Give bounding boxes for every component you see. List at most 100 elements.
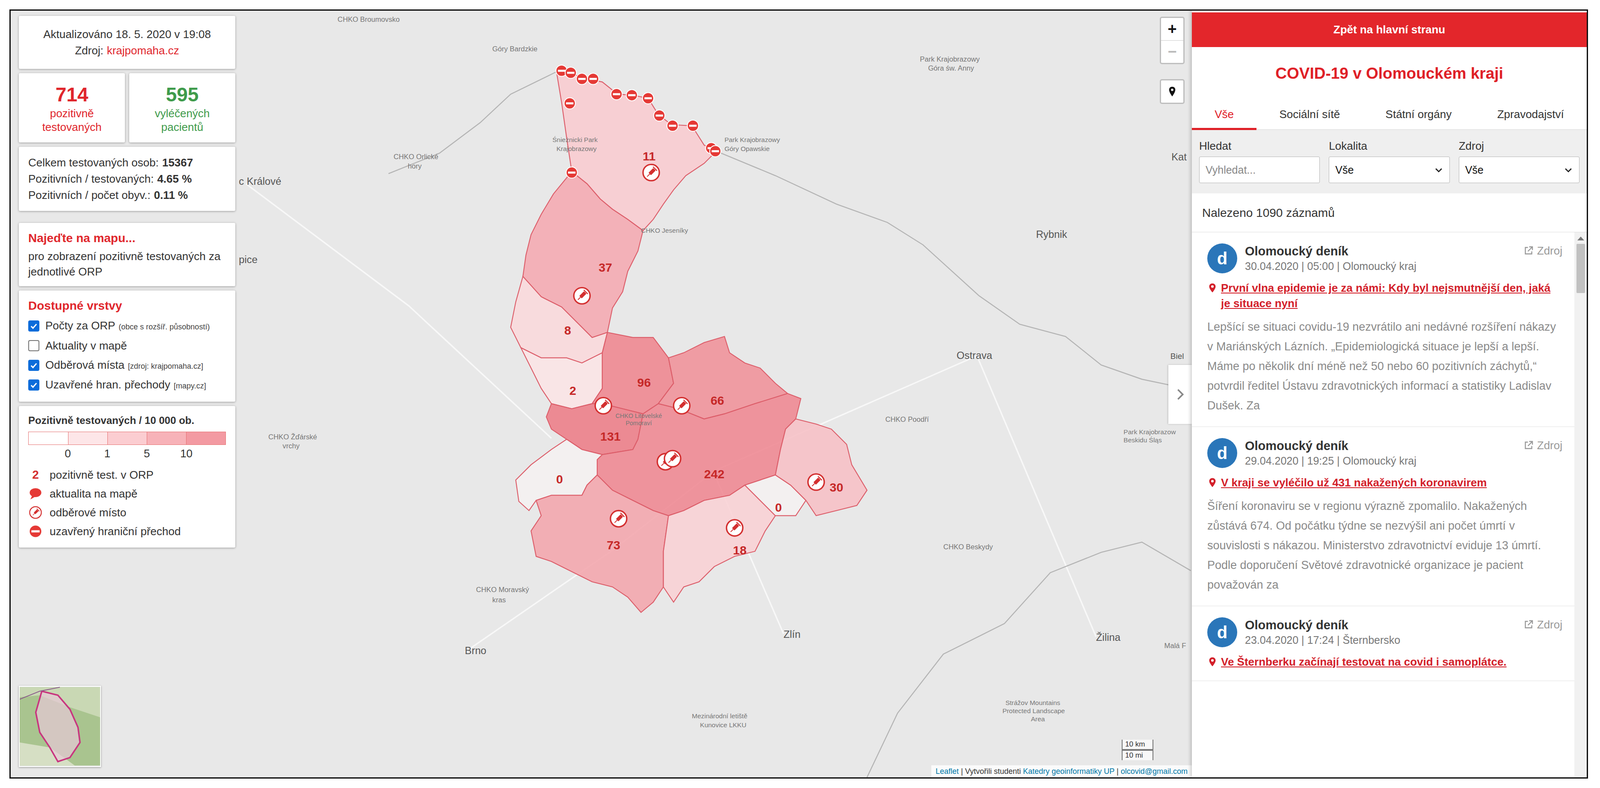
scrollbar[interactable] <box>1574 232 1587 778</box>
sampling-site-icon[interactable] <box>595 397 612 414</box>
sampling-site-icon[interactable] <box>610 510 627 527</box>
closed-crossing-icon[interactable] <box>576 73 588 85</box>
orp-region[interactable] <box>530 474 669 613</box>
closed-crossing-icon[interactable] <box>565 67 577 79</box>
sampling-site-icon[interactable] <box>673 397 690 414</box>
panel-toggle[interactable] <box>1168 364 1192 424</box>
field-value: Vše <box>1335 163 1354 177</box>
article-title[interactable]: Ve Šternberku začínají testovat na covid… <box>1220 654 1507 670</box>
legend-item: uzavřený hraniční přechod <box>28 521 226 541</box>
select-box[interactable]: Vše <box>1328 156 1450 184</box>
attribution-link[interactable]: olcovid@gmail.com <box>1120 767 1188 776</box>
article-card[interactable]: dOlomoucký deník23.04.2020 | 17:24 | Šte… <box>1191 606 1575 682</box>
map-pin-icon <box>1166 85 1178 98</box>
news-panel: Zpět na hlavní stranuCOVID-19 v Olomouck… <box>1191 10 1587 778</box>
map-label: Brno <box>465 644 487 657</box>
select-box[interactable]: Vše <box>1458 156 1580 184</box>
map-attribution: Leaflet | Vytvořili studenti Katedry geo… <box>931 765 1192 778</box>
update-card: Aktualizováno 18. 5. 2020 v 19:08Zdroj:k… <box>18 15 236 69</box>
stat-card: 595vyléčených pacientů <box>129 73 236 143</box>
article-card[interactable]: dOlomoucký deník30.04.2020 | 05:00 | Olo… <box>1191 232 1575 427</box>
app-window: CHKO BroumovskoGóry BardzkiePark Krajobr… <box>9 9 1589 779</box>
tab[interactable]: Sociální sítě <box>1256 99 1363 131</box>
article-title[interactable]: V kraji se vyléčilo už 431 nakažených ko… <box>1220 474 1487 491</box>
external-link-icon <box>1523 245 1534 256</box>
tab[interactable]: Vše <box>1191 99 1257 131</box>
closed-crossing-icon[interactable] <box>626 89 638 101</box>
legend-card: Pozitivně testovaných / 10 000 ob.015102… <box>18 405 236 548</box>
layer-checkbox[interactable] <box>28 359 40 371</box>
zoom-button[interactable]: + <box>1161 17 1184 41</box>
map[interactable]: CHKO BroumovskoGóry BardzkiePark Krajobr… <box>10 10 1192 778</box>
article-card[interactable]: dOlomoucký deník29.04.2020 | 19:25 | Olo… <box>1191 426 1575 607</box>
stats-row: 714pozitivně testovaných595vyléčených pa… <box>18 73 236 143</box>
stat-card: 714pozitivně testovaných <box>18 73 125 143</box>
orp-count: 37 <box>598 260 613 275</box>
closed-crossing-icon[interactable] <box>587 73 599 85</box>
tab[interactable]: Státní orgány <box>1362 99 1475 131</box>
layer-checkbox[interactable] <box>28 320 40 332</box>
locate-button[interactable] <box>1159 79 1185 104</box>
orp-count: 242 <box>704 467 725 481</box>
scrollbar-thumb[interactable] <box>1576 243 1586 294</box>
legend-label: pozitivně test. v ORP <box>49 466 154 483</box>
map-label: Krajobrazowy <box>556 145 597 153</box>
orp-region[interactable] <box>663 485 776 603</box>
external-link-icon <box>1523 619 1534 630</box>
layer-toggle[interactable]: Odběrová místa[zdroj: krajpomaha.cz] <box>28 355 226 376</box>
map-label: Kunovice LKKU <box>699 721 747 729</box>
source-link[interactable]: Zdroj <box>1523 617 1563 632</box>
search-input[interactable]: Vyhledat... <box>1199 156 1320 184</box>
closed-crossing-icon[interactable] <box>709 145 721 157</box>
closed-crossing-icon[interactable] <box>653 109 665 122</box>
map-label: Zlín <box>783 628 801 640</box>
sampling-site-icon[interactable] <box>726 519 743 537</box>
zoom-button[interactable]: − <box>1161 40 1184 63</box>
attribution-text: | Vytvořili studenti <box>958 767 1023 776</box>
stat-label: vyléčených pacientů <box>132 106 232 134</box>
closed-crossing-icon[interactable] <box>565 166 578 178</box>
layer-checkbox[interactable] <box>28 379 40 391</box>
sampling-site-icon[interactable] <box>573 287 590 304</box>
source-link[interactable]: krajpomaha.cz <box>106 42 180 59</box>
tab[interactable]: Zpravodajství <box>1474 99 1587 131</box>
map-label: Góry Bardzkie <box>492 44 538 54</box>
layer-toggle[interactable]: Uzavřené hran. přechody[mapy.cz] <box>28 375 226 395</box>
map-label: CHKO Broumovsko <box>337 15 400 24</box>
closed-crossing-icon[interactable] <box>687 120 699 132</box>
filter-field: HledatVyhledat... <box>1199 138 1320 184</box>
stat-value: 595 <box>132 82 232 107</box>
attribution-link[interactable]: Katedry geoinformatiky UP <box>1022 767 1115 776</box>
map-label: CHKO Beskydy <box>943 542 993 552</box>
scroll-up-icon[interactable] <box>1577 236 1585 241</box>
legend-tick: 1 <box>104 446 111 461</box>
minimap[interactable] <box>18 685 101 768</box>
source-link[interactable]: Zdroj <box>1523 438 1563 453</box>
source-logo: d <box>1207 617 1238 648</box>
closed-crossing-icon[interactable] <box>666 120 679 132</box>
attribution-link[interactable]: Leaflet <box>935 767 959 776</box>
layer-checkbox[interactable] <box>28 340 40 352</box>
map-label: Śnieżnicki Park <box>552 136 598 144</box>
article-title[interactable]: První vlna epidemie je za námi: Kdy byl … <box>1220 280 1563 312</box>
sampling-site-icon[interactable] <box>808 474 825 491</box>
layer-toggle[interactable]: Počty za ORP(obce s rozšíř. působností) <box>28 316 226 336</box>
orp-region[interactable] <box>520 347 602 409</box>
sampling-site-icon[interactable] <box>642 164 660 181</box>
orp-region[interactable] <box>775 418 867 516</box>
layer-label: Aktuality v mapě <box>45 338 128 353</box>
map-label: Beskidu Śląs <box>1123 436 1162 444</box>
article-list[interactable]: dOlomoucký deník30.04.2020 | 05:00 | Olo… <box>1191 232 1587 778</box>
source-link[interactable]: Zdroj <box>1523 243 1563 258</box>
article-excerpt: Lepšící se situaci covidu-19 nezvrátilo … <box>1207 317 1563 416</box>
closed-crossing-icon[interactable] <box>564 97 576 109</box>
minimap-canvas <box>19 686 101 767</box>
roads <box>245 183 1097 653</box>
legend-item: 2pozitivně test. v ORP <box>28 465 226 485</box>
layer-toggle[interactable]: Aktuality v mapě <box>28 335 226 356</box>
closed-crossing-icon[interactable] <box>642 92 654 104</box>
back-button[interactable]: Zpět na hlavní stranu <box>1191 12 1587 48</box>
closed-crossing-icon[interactable] <box>610 88 623 100</box>
orp-count: 18 <box>732 543 747 558</box>
sampling-site-icon[interactable] <box>664 450 681 467</box>
